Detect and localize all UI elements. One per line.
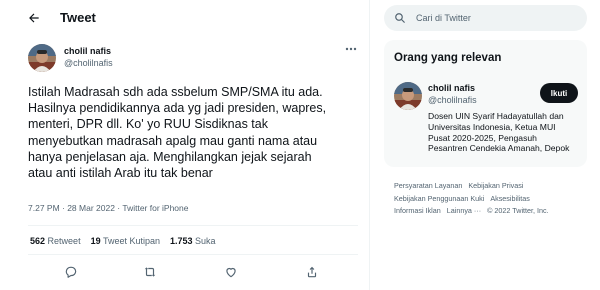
bio-line: Dosen UIN Syarif Hadayatullah dan xyxy=(428,111,564,121)
bio-line: Pesantren Cendekia Amanah, Depok xyxy=(428,143,570,154)
search-icon xyxy=(395,13,405,23)
tweet-stats: 562 Retweet 19 Tweet Kutipan 1.753 Suka xyxy=(30,236,216,246)
footer-link-privacy[interactable]: Kebijakan Privasi xyxy=(468,181,523,190)
tweet-text-line: menteri, DPR dll. Ko' yo RUU Sisdiknas t… xyxy=(28,117,268,132)
more-horizontal-icon xyxy=(345,47,357,51)
tweet-text-line: Hasilnya pendidikannya ada yg jadi presi… xyxy=(28,101,327,116)
relevant-handle[interactable]: @cholilnafis xyxy=(428,95,477,105)
divider xyxy=(28,225,358,226)
share-icon xyxy=(307,266,317,278)
quotes-stat[interactable]: 19 Tweet Kutipan xyxy=(91,236,160,246)
likes-label: Suka xyxy=(195,236,216,246)
tweet-timestamp[interactable]: 7.27 PM · 28 Mar 2022 · xyxy=(28,203,122,213)
page-title: Tweet xyxy=(60,10,96,25)
more-button[interactable] xyxy=(344,44,358,54)
retweet-button[interactable] xyxy=(140,262,160,282)
relevant-bio: Dosen UIN Syarif Hadayatullah dan Univer… xyxy=(428,111,586,154)
footer-link-ads-info[interactable]: Informasi Iklan xyxy=(394,206,441,215)
relevant-avatar[interactable] xyxy=(394,82,422,110)
retweets-label: Retweet xyxy=(47,236,81,246)
search-box[interactable] xyxy=(384,5,587,31)
avatar-image xyxy=(28,44,56,72)
search-input[interactable] xyxy=(416,10,576,26)
tweet-source[interactable]: Twitter for iPhone xyxy=(122,203,188,213)
reply-button[interactable] xyxy=(61,262,81,282)
author-handle[interactable]: @cholilnafis xyxy=(64,58,113,68)
relevant-name[interactable]: cholil nafis xyxy=(428,83,475,93)
avatar-image xyxy=(394,82,422,110)
tweet-text-line: Istilah Madrasah sdh ada ssbelum SMP/SMA… xyxy=(28,85,323,99)
sidebar: Orang yang relevan cholil nafis @choliln… xyxy=(370,0,600,290)
footer-link-terms[interactable]: Persyaratan Layanan xyxy=(394,181,462,190)
tweet-text-line: atau anti istilah Arab itu tak benar xyxy=(28,166,213,181)
tweet-header: Tweet xyxy=(0,0,369,36)
tweet-meta: 7.27 PM · 28 Mar 2022 · Twitter for iPho… xyxy=(28,203,188,213)
heart-icon xyxy=(226,267,236,278)
share-button[interactable] xyxy=(302,262,322,282)
footer-links: Persyaratan Layanan Kebijakan Privasi Keb… xyxy=(394,180,594,218)
footer-row: Kebijakan Penggunaan Kuki Aksesibilitas xyxy=(394,193,594,206)
tweet-text-line: menyebutkan madrasah apalg mau ganti nam… xyxy=(28,133,318,148)
follow-button[interactable]: Ikuti xyxy=(540,83,578,103)
retweets-count: 562 xyxy=(30,236,46,246)
bio-line: Universitas Indonesia, Ketua MUI xyxy=(428,121,556,132)
back-button[interactable] xyxy=(24,8,44,28)
quotes-count: 19 xyxy=(90,236,101,246)
tweet-text-line: hanya penjelasan aja. Menghilangkan jeja… xyxy=(28,149,312,164)
like-button[interactable] xyxy=(221,262,241,282)
footer-row: Informasi Iklan Lainnya ··· © 2022 Twitter… xyxy=(394,205,594,218)
likes-stat[interactable]: 1.753 Suka xyxy=(170,236,216,246)
relevant-people-card: Orang yang relevan cholil nafis @choliln… xyxy=(384,40,587,167)
bio-line: Pusat 2020-2025, Pengasuh xyxy=(428,132,537,143)
arrow-left-icon xyxy=(29,13,39,23)
footer-copyright: © 2022 Twitter, Inc. xyxy=(487,206,549,215)
likes-count: 1.753 xyxy=(169,236,193,246)
reply-icon xyxy=(65,266,77,278)
author-name[interactable]: cholil nafis xyxy=(64,46,111,56)
footer-link-more[interactable]: Lainnya ··· xyxy=(447,206,481,215)
footer-row: Persyaratan Layanan Kebijakan Privasi xyxy=(394,180,594,193)
divider xyxy=(28,254,358,255)
author-avatar[interactable] xyxy=(28,44,56,72)
footer-link-accessibility[interactable]: Aksesibilitas xyxy=(490,194,530,203)
relevant-title: Orang yang relevan xyxy=(394,52,502,64)
tweet-actions xyxy=(28,262,358,282)
tweet-column: Tweet cholil nafis @cholilnafis Istilah … xyxy=(0,0,370,290)
retweets-stat[interactable]: 562 Retweet xyxy=(30,236,81,246)
footer-link-cookies[interactable]: Kebijakan Penggunaan Kuki xyxy=(394,194,484,203)
retweet-icon xyxy=(144,267,156,277)
quotes-label: Tweet Kutipan xyxy=(102,236,160,246)
tweet-text: Istilah Madrasah sdh ada ssbelum SMP/SMA… xyxy=(28,84,368,181)
